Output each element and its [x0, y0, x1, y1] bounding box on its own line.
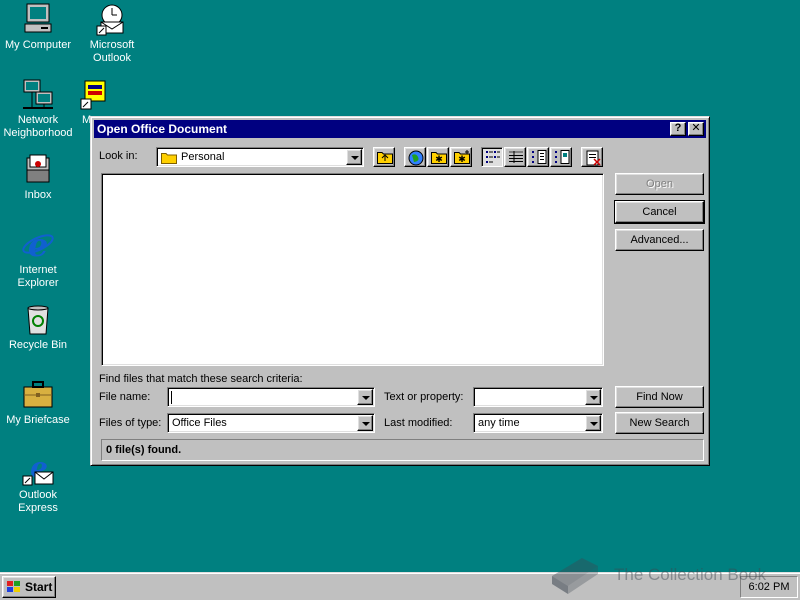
svg-text:✱: ✱: [435, 155, 443, 164]
add-to-favorites-button[interactable]: ✱: [450, 147, 472, 167]
cancel-button[interactable]: Cancel: [614, 200, 705, 224]
add-favorites-icon: ✱: [454, 150, 470, 164]
criteria-heading: Find files that match these search crite…: [99, 373, 303, 385]
desktop-icon-my-briefcase[interactable]: My Briefcase: [0, 377, 76, 427]
desktop-icon-inbox[interactable]: Inbox: [0, 152, 76, 202]
desktop-icon-my-computer[interactable]: My Computer: [0, 2, 76, 52]
file-name-label: File name:: [99, 391, 151, 403]
open-office-document-dialog: Open Office Document ? ✕ Look in: Person…: [90, 116, 710, 466]
desktop-icon-label: Recycle Bin: [8, 339, 68, 351]
book-watermark-icon: [552, 558, 598, 594]
svg-text:✱: ✱: [458, 155, 466, 164]
desktop-icon-outlook-express[interactable]: e Outlook Express: [0, 451, 76, 515]
desktop-icon-label: Inbox: [24, 189, 52, 201]
desktop-icon-label: Outlook Express: [18, 489, 58, 514]
dialog-titlebar[interactable]: Open Office Document ? ✕: [94, 120, 706, 138]
svg-text:e: e: [28, 227, 48, 261]
desktop-icon-label: My Briefcase: [6, 414, 70, 426]
up-folder-icon: [377, 152, 393, 164]
status-bar: 0 file(s) found.: [101, 439, 704, 461]
chevron-down-icon[interactable]: [357, 389, 373, 405]
desktop-icon-internet-explorer[interactable]: e Internet Explorer: [0, 226, 76, 290]
look-in-favorites-button[interactable]: ✱: [427, 147, 449, 167]
help-button[interactable]: ?: [670, 122, 686, 136]
details-view-icon: [509, 151, 523, 163]
file-name-field[interactable]: [167, 387, 375, 407]
desktop-icon-label: My Computer: [4, 39, 72, 51]
file-list[interactable]: [101, 173, 604, 366]
desktop-icon-recycle-bin[interactable]: Recycle Bin: [0, 302, 76, 352]
preview-view-icon: [555, 150, 570, 164]
last-modified-value: any time: [478, 417, 520, 429]
commands-settings-icon: [586, 150, 601, 166]
preview-view-button[interactable]: [550, 147, 572, 167]
inbox-icon: [21, 152, 55, 186]
favorites-folder-icon: ✱: [431, 152, 447, 164]
watermark-text: The Collection Book: [614, 565, 767, 584]
desktop-icon-network-neighborhood[interactable]: Network Neighborhood: [0, 77, 76, 140]
start-label: Start: [25, 580, 53, 594]
chevron-down-icon[interactable]: [357, 415, 373, 431]
desktop-icon-microsoft-outlook[interactable]: Microsoft Outlook: [74, 2, 150, 65]
chevron-down-icon[interactable]: [346, 149, 362, 165]
outlook-icon: [95, 2, 129, 36]
new-search-button[interactable]: New Search: [615, 412, 704, 434]
list-view-icon: [486, 151, 500, 163]
properties-view-button[interactable]: [527, 147, 549, 167]
network-icon: [21, 77, 55, 111]
desktop-icon-label: Network Neighborhood: [3, 114, 73, 139]
internet-explorer-icon: e: [21, 226, 55, 264]
files-of-type-dropdown[interactable]: Office Files: [167, 413, 375, 433]
desktop-icon-label: Microsoft Outlook: [89, 39, 135, 64]
commands-and-settings-button[interactable]: [581, 147, 603, 167]
chevron-down-icon[interactable]: [585, 389, 601, 405]
briefcase-icon: [21, 377, 55, 411]
last-modified-label: Last modified:: [384, 417, 453, 429]
advanced-button[interactable]: Advanced...: [615, 229, 704, 251]
look-in-value: Personal: [181, 151, 225, 163]
desktop-icon-label: Internet Explorer: [17, 264, 59, 289]
details-view-button[interactable]: [504, 147, 526, 167]
list-view-button[interactable]: [481, 147, 503, 167]
files-of-type-value: Office Files: [172, 417, 227, 429]
setup-icon: [77, 77, 111, 111]
last-modified-dropdown[interactable]: any time: [473, 413, 603, 433]
files-of-type-label: Files of type:: [99, 417, 162, 429]
chevron-down-icon[interactable]: [585, 415, 601, 431]
open-button[interactable]: Open: [615, 173, 704, 195]
look-in-dropdown[interactable]: Personal: [156, 147, 364, 167]
properties-view-icon: [532, 150, 547, 164]
start-button[interactable]: Start: [2, 576, 56, 598]
computer-icon: [21, 2, 55, 36]
text-or-property-label: Text or property:: [384, 391, 464, 403]
recycle-bin-icon: [21, 302, 55, 336]
outlook-express-icon: e: [21, 451, 55, 486]
up-one-level-button[interactable]: [373, 147, 395, 167]
windows-logo-icon: [7, 581, 20, 592]
globe-icon: [408, 150, 424, 166]
dialog-title: Open Office Document: [97, 122, 228, 136]
look-in-label: Look in:: [99, 150, 138, 162]
close-button[interactable]: ✕: [688, 122, 704, 136]
text-cursor: [171, 391, 172, 404]
search-the-web-button[interactable]: [404, 147, 426, 167]
folder-icon: [161, 153, 177, 164]
text-or-property-field[interactable]: [473, 387, 603, 407]
find-now-button[interactable]: Find Now: [615, 386, 704, 408]
